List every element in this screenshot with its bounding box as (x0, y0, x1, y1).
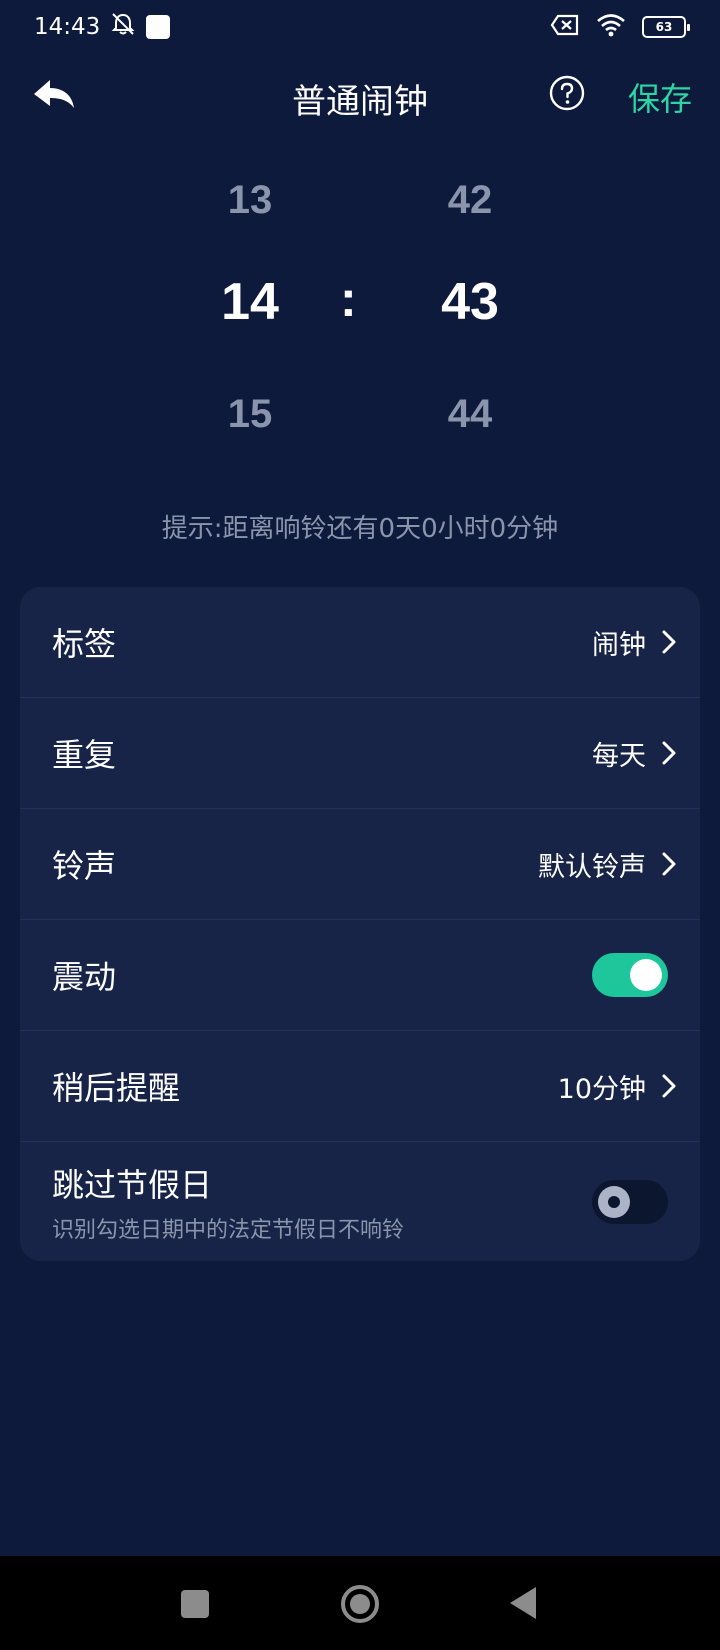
setting-skip-holidays-subtitle: 识别勾选日期中的法定节假日不响铃 (52, 1217, 405, 1243)
setting-vibrate-title: 震动 (52, 958, 117, 996)
setting-snooze-right: 10分钟 (558, 1067, 680, 1106)
hour-next[interactable]: 15 (180, 392, 320, 437)
help-button[interactable] (548, 74, 586, 112)
toggle-knob (630, 959, 662, 991)
setting-snooze[interactable]: 稍后提醒 10分钟 (20, 1031, 700, 1142)
system-nav-bar (0, 1556, 720, 1650)
setting-ringtone-title: 铃声 (52, 847, 117, 885)
ring-countdown-hint: 提示:距离响铃还有0天0小时0分钟 (161, 514, 559, 544)
setting-repeat[interactable]: 重复 每天 (20, 698, 700, 809)
hour-prev[interactable]: 13 (180, 178, 320, 223)
recents-button[interactable] (181, 1590, 209, 1622)
app-notification-icon (146, 15, 171, 39)
help-icon (549, 75, 585, 111)
home-button[interactable] (340, 1584, 380, 1628)
home-icon (341, 1585, 379, 1623)
setting-repeat-title: 重复 (52, 736, 117, 774)
time-separator: : (340, 271, 357, 327)
vibrate-toggle[interactable] (592, 953, 668, 997)
chevron-right-icon (662, 852, 676, 876)
back-nav-button[interactable] (508, 1586, 538, 1624)
page-title: 普通闹钟 (292, 82, 428, 122)
chevron-right-icon (662, 1074, 676, 1098)
status-bar: 14:43 63 (0, 0, 720, 54)
time-picker[interactable]: 13 14 15 : 42 43 44 (0, 160, 720, 460)
setting-label-right: 闹钟 (592, 623, 680, 662)
setting-ringtone-value: 默认铃声 (538, 851, 646, 883)
wifi-icon (596, 13, 626, 41)
setting-vibrate: 震动 (20, 920, 700, 1031)
setting-ringtone-right: 默认铃声 (538, 845, 680, 884)
back-triangle-icon (510, 1587, 536, 1619)
hour-current[interactable]: 14 (180, 272, 320, 332)
mute-notifications-icon (110, 12, 136, 42)
setting-label[interactable]: 标签 闹钟 (20, 587, 700, 698)
setting-skip-holidays-text: 跳过节假日 识别勾选日期中的法定节假日不响铃 (52, 1160, 404, 1244)
settings-card: 标签 闹钟 重复 每天 铃声 默认铃声 震动 稍后提醒 10分钟 跳过节假日 识 (20, 587, 700, 1261)
setting-skip-holidays-title: 跳过节假日 (52, 1165, 213, 1204)
header: 普通闹钟 保存 (0, 60, 720, 132)
toggle-knob (598, 1185, 630, 1218)
setting-label-title: 标签 (52, 625, 117, 663)
minute-prev[interactable]: 42 (400, 178, 540, 223)
setting-repeat-right: 每天 (592, 734, 680, 773)
setting-label-value: 闹钟 (592, 629, 646, 661)
setting-ringtone[interactable]: 铃声 默认铃声 (20, 809, 700, 920)
minute-next[interactable]: 44 (400, 392, 540, 437)
chevron-right-icon (662, 630, 676, 654)
sim-disabled-icon (550, 14, 580, 40)
setting-snooze-title: 稍后提醒 (52, 1069, 181, 1107)
setting-snooze-value: 10分钟 (557, 1073, 646, 1105)
recents-icon (181, 1590, 209, 1618)
save-button[interactable]: 保存 (628, 74, 692, 120)
battery-icon: 63 (642, 16, 690, 38)
status-left: 14:43 (34, 12, 171, 42)
setting-repeat-value: 每天 (592, 740, 646, 772)
chevron-right-icon (662, 741, 676, 765)
skip-holidays-toggle[interactable] (592, 1179, 668, 1224)
status-time: 14:43 (34, 14, 101, 40)
minute-current[interactable]: 43 (400, 272, 540, 332)
setting-skip-holidays: 跳过节假日 识别勾选日期中的法定节假日不响铃 (20, 1142, 700, 1261)
status-right: 63 (550, 13, 690, 41)
